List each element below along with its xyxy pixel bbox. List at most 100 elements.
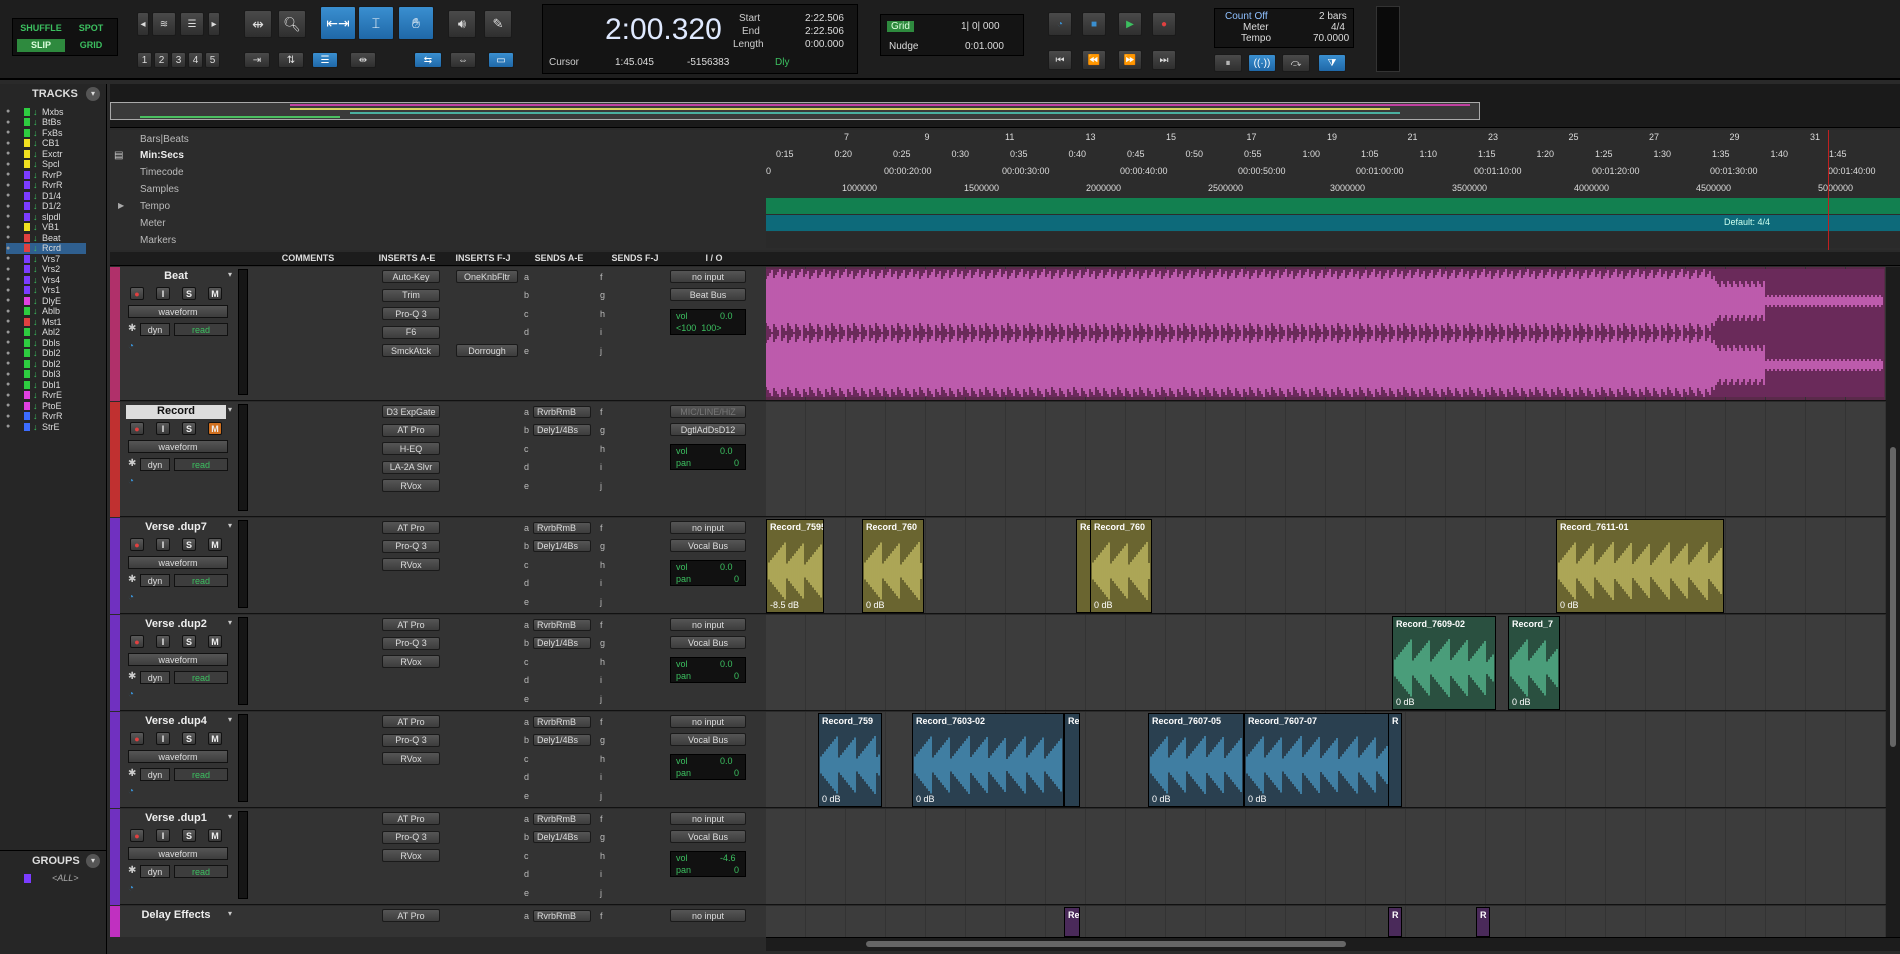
tab-to-transient-button[interactable]: ⇥ xyxy=(244,52,270,68)
insert-slot[interactable]: AT Pro xyxy=(382,909,440,922)
send-slot[interactable]: e xyxy=(524,789,533,802)
input-monitor-button[interactable]: I xyxy=(156,732,170,745)
track-list-item[interactable]: ● ↓ Vrs7 xyxy=(6,253,86,264)
insert-slot-fj[interactable] xyxy=(456,307,518,320)
samples-ruler[interactable]: 1000000 1500000 2000000 2500000 3000000 35000… xyxy=(766,181,1884,197)
insert-slot-fj[interactable] xyxy=(456,405,518,418)
clip[interactable]: Record_7603-02 0 dB xyxy=(912,713,1064,807)
track-list-item[interactable]: ● ↓ D1/2 xyxy=(6,201,86,212)
solo-button[interactable]: S xyxy=(182,732,196,745)
insert-slot[interactable]: F6 xyxy=(382,325,440,339)
send-slot[interactable]: d xyxy=(524,868,533,881)
track-name-menu-icon[interactable]: ▾ xyxy=(228,270,232,279)
input-monitor-button[interactable]: I xyxy=(156,829,170,842)
input-selector[interactable]: MIC/LINE/HiZ xyxy=(670,405,746,418)
insert-slot[interactable]: LA-2A Slvr xyxy=(382,460,440,474)
zoom-in-button[interactable]: ▸ xyxy=(208,12,220,36)
insert-slot-fj[interactable] xyxy=(456,618,518,631)
send-slot-fj[interactable]: h xyxy=(600,752,609,765)
track-name[interactable]: Verse .dup7 xyxy=(126,521,226,535)
universe-overview[interactable] xyxy=(110,84,1900,128)
keyboard-focus-button[interactable]: ⇔ xyxy=(450,52,476,68)
insert-slot[interactable] xyxy=(382,886,440,899)
track-show-dot[interactable]: ● xyxy=(6,161,24,168)
insert-slot-fj[interactable] xyxy=(456,637,518,650)
online-button[interactable]: ◔ xyxy=(1048,12,1072,36)
input-monitor-button[interactable]: I xyxy=(156,538,170,551)
track-name-menu-icon[interactable]: ▾ xyxy=(228,618,232,627)
track-show-dot[interactable]: ● xyxy=(6,234,24,241)
send-slot[interactable]: b Dely1/4Bs xyxy=(524,831,591,844)
mute-button[interactable]: M xyxy=(208,635,222,648)
track-name[interactable]: Verse .dup2 xyxy=(126,618,226,632)
track-lane[interactable] xyxy=(766,809,1886,905)
send-slot-fj[interactable]: j xyxy=(600,789,609,802)
send-slot-fj[interactable]: g xyxy=(600,831,609,844)
input-selector[interactable]: no input xyxy=(670,618,746,631)
insert-slot[interactable]: Pro-Q 3 xyxy=(382,307,440,320)
zoom-preset-4[interactable]: 4 xyxy=(188,52,203,68)
clip[interactable]: Record_7607-05 0 dB xyxy=(1148,713,1244,807)
horizontal-scroll-thumb[interactable] xyxy=(866,941,1346,947)
zoom-preset-5[interactable]: 5 xyxy=(205,52,220,68)
insert-slot-fj[interactable] xyxy=(456,289,518,302)
zoomer-trim-tool[interactable]: ⇹ xyxy=(244,10,272,38)
track-show-dot[interactable]: ● xyxy=(6,213,24,220)
track-name[interactable]: Verse .dup1 xyxy=(126,812,226,826)
nudge-value[interactable]: 0:01.000 xyxy=(965,41,1004,52)
send-slot[interactable]: b Dely1/4Bs xyxy=(524,540,591,553)
clip[interactable]: Record_7611-01 0 dB xyxy=(1556,519,1724,613)
clip-gain[interactable]: -8.5 dB xyxy=(770,600,799,610)
timebase-icon[interactable]: ✱ xyxy=(128,865,136,876)
track-lane[interactable] xyxy=(766,906,1886,937)
insert-slot-fj[interactable] xyxy=(456,595,518,608)
insert-slot[interactable]: Pro-Q 3 xyxy=(382,733,440,747)
insert-slot[interactable]: SmckAtck xyxy=(382,344,440,357)
record-enable-button[interactable]: ● xyxy=(130,422,144,435)
track-view-selector[interactable]: waveform xyxy=(128,653,228,666)
playlist-icon[interactable]: ◔ xyxy=(128,786,134,797)
insert-slot[interactable] xyxy=(382,674,440,687)
clip[interactable]: Re xyxy=(1064,713,1080,807)
rtz-button[interactable]: ⏮ xyxy=(1048,50,1072,70)
insert-slot[interactable]: AT Pro xyxy=(382,618,440,631)
send-slot[interactable]: d xyxy=(524,674,533,687)
insert-slot-fj[interactable] xyxy=(456,442,518,455)
timebase-icon[interactable]: ✱ xyxy=(128,574,136,585)
record-enable-button[interactable]: ● xyxy=(130,732,144,745)
insert-slot[interactable] xyxy=(382,595,440,608)
send-slot-fj[interactable]: j xyxy=(600,692,609,705)
insert-slot[interactable]: Pro-Q 3 xyxy=(382,539,440,553)
track-show-dot[interactable]: ● xyxy=(6,182,24,189)
selector-tool[interactable]: ⌶ xyxy=(358,6,394,40)
mute-button[interactable]: M xyxy=(208,829,222,842)
metronome-button[interactable]: ((·)) xyxy=(1248,54,1276,72)
clip-gain[interactable]: 0 dB xyxy=(1094,600,1113,610)
track-list-item[interactable]: ● ↓ RvrP xyxy=(6,169,86,180)
send-slot-fj[interactable]: h xyxy=(600,442,609,455)
track-view-selector[interactable]: waveform xyxy=(128,750,228,763)
track-list-item[interactable]: ● ↓ slpdl xyxy=(6,211,86,222)
tempo-ruler[interactable] xyxy=(766,198,1900,214)
midi-merge-button[interactable]: ⧩ xyxy=(1318,54,1346,72)
insert-slot[interactable]: D3 ExpGate xyxy=(382,405,440,418)
send-slot[interactable]: b Dely1/4Bs xyxy=(524,734,591,747)
track-lane[interactable] xyxy=(766,615,1886,711)
dyn-label[interactable]: dyn xyxy=(140,671,170,684)
send-slot-fj[interactable]: j xyxy=(600,886,609,899)
spot-mode-button[interactable]: SPOT xyxy=(67,23,115,36)
clip-gain[interactable]: 0 dB xyxy=(1396,697,1415,707)
send-slot[interactable]: a RvrbRmB xyxy=(524,618,591,631)
send-slot-fj[interactable]: h xyxy=(600,849,609,862)
output-selector[interactable]: Vocal Bus xyxy=(670,830,746,843)
timebase-icon[interactable]: ✱ xyxy=(128,768,136,779)
playlist-icon[interactable]: ◔ xyxy=(128,341,134,352)
track-name-menu-icon[interactable]: ▾ xyxy=(228,715,232,724)
insert-slot-fj[interactable] xyxy=(456,461,518,474)
header-io[interactable]: I / O xyxy=(674,253,754,263)
insert-slot-fj[interactable] xyxy=(456,752,518,765)
send-slot-fj[interactable]: f xyxy=(600,521,609,534)
clip[interactable]: Record_7595 -8.5 dB xyxy=(766,519,824,613)
pan-value[interactable]: <100 100> xyxy=(676,323,722,333)
slip-mode-button[interactable]: SLIP xyxy=(17,39,65,52)
